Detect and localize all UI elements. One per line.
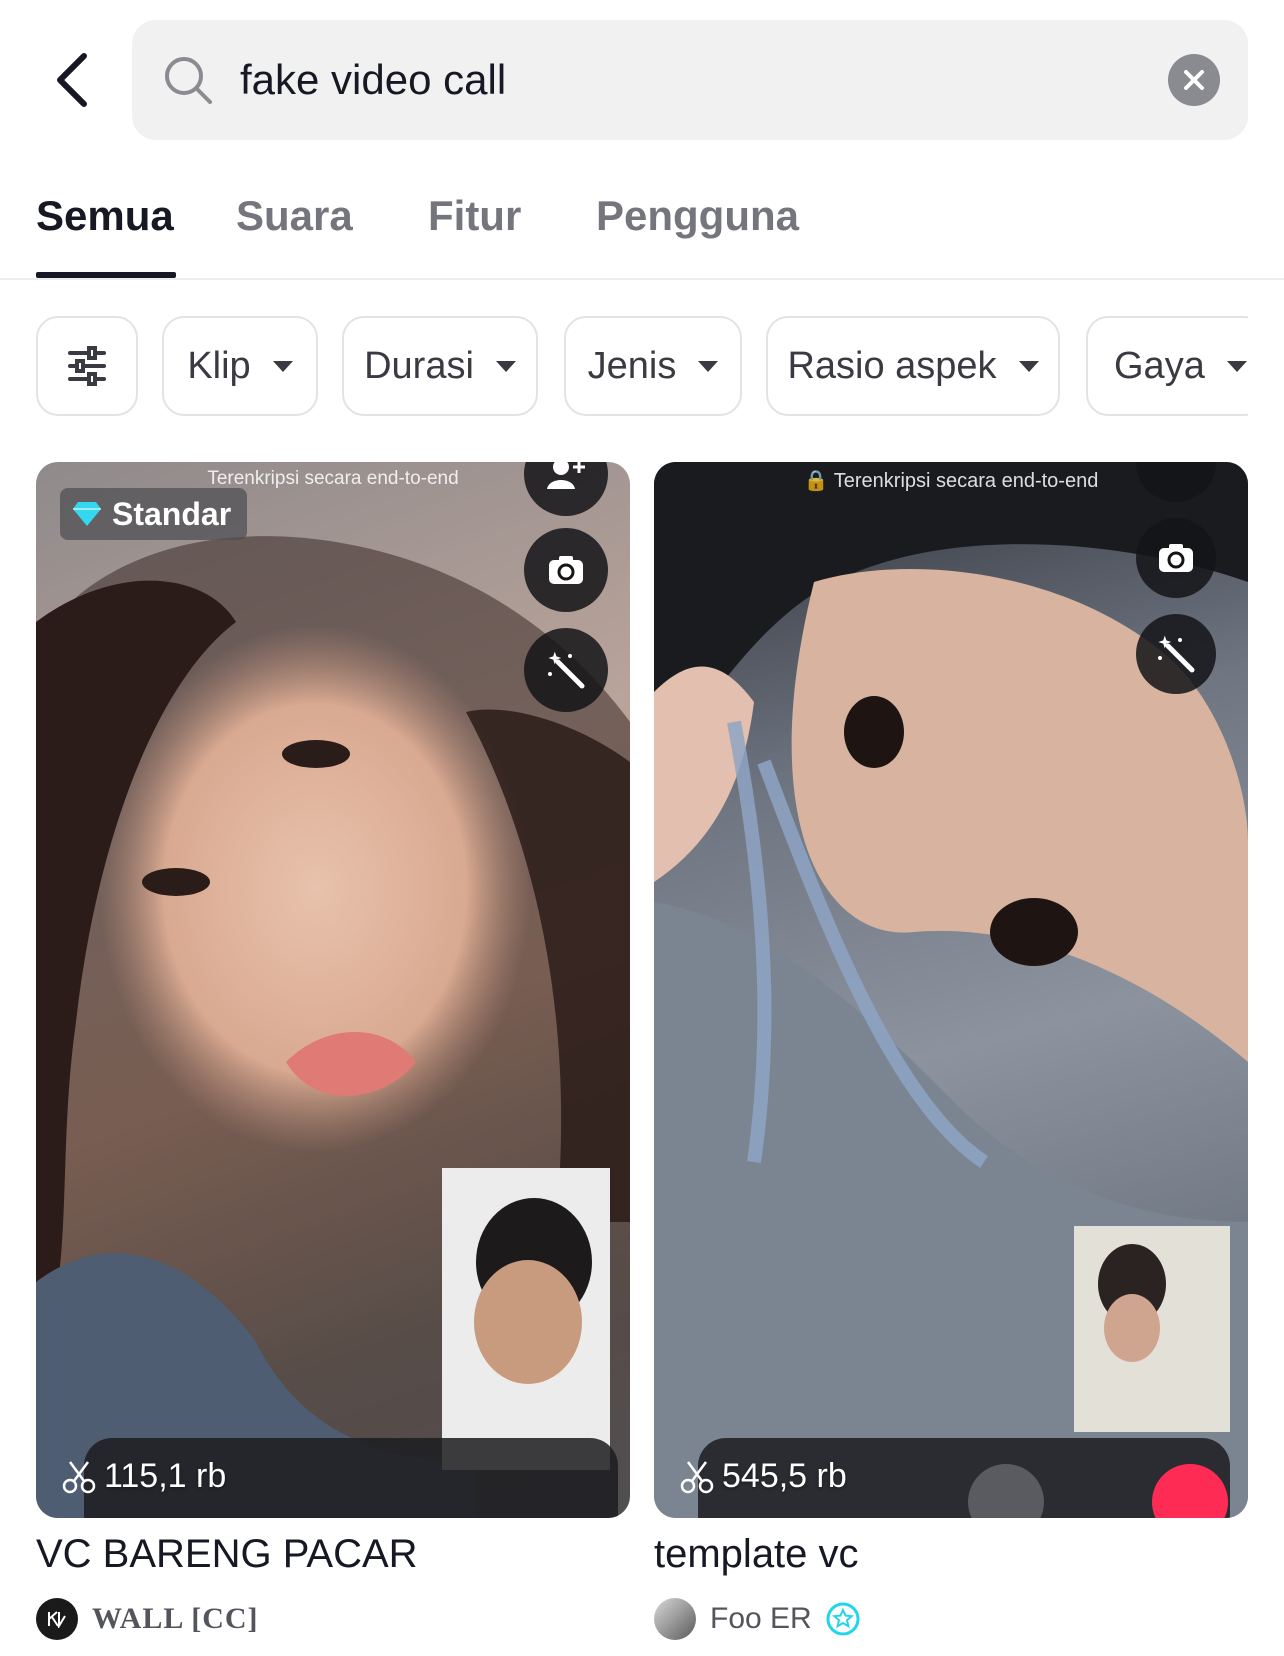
result-author[interactable]: WALL [CC] bbox=[36, 1598, 259, 1640]
scissors-icon bbox=[62, 1460, 96, 1493]
sliders-icon bbox=[68, 346, 106, 386]
clear-search-button[interactable] bbox=[1168, 54, 1220, 106]
caret-down-icon bbox=[1226, 360, 1247, 372]
filter-chip-durasi[interactable]: Durasi bbox=[342, 316, 538, 416]
usage-count: 115,1 rb bbox=[62, 1457, 226, 1496]
filter-chip-label: Jenis bbox=[587, 344, 677, 387]
template-badge: Standar bbox=[60, 488, 248, 540]
filter-settings-button[interactable] bbox=[36, 316, 138, 416]
result-author[interactable]: Foo ER bbox=[654, 1598, 860, 1640]
tab-pengguna[interactable]: Pengguna bbox=[596, 192, 799, 240]
usage-count-label: 115,1 rb bbox=[104, 1457, 227, 1495]
result-title[interactable]: template vc bbox=[654, 1532, 859, 1577]
avatar bbox=[654, 1598, 696, 1640]
tab-fitur[interactable]: Fitur bbox=[428, 192, 521, 240]
usage-count-label: 545,5 rb bbox=[722, 1457, 847, 1495]
filter-chip-label: Rasio aspek bbox=[787, 344, 997, 387]
caret-down-icon bbox=[495, 360, 516, 372]
author-name: WALL [CC] bbox=[92, 1602, 259, 1635]
tab-semua[interactable]: Semua bbox=[36, 192, 174, 240]
author-name: Foo ER bbox=[710, 1602, 812, 1635]
filter-chip-jenis[interactable]: Jenis bbox=[564, 316, 742, 416]
magic-wand-icon bbox=[1136, 614, 1216, 694]
tab-suara[interactable]: Suara bbox=[236, 192, 353, 240]
result-card-template-vc[interactable]: 🔒 Terenkripsi secara end-to-end 545,5 rb bbox=[654, 462, 1248, 1518]
filter-chip-rasio-aspek[interactable]: Rasio aspek bbox=[766, 316, 1060, 416]
caret-down-icon bbox=[272, 360, 293, 372]
filter-chip-label: Gaya bbox=[1114, 344, 1205, 387]
filter-bar: Klip Durasi Jenis Rasio aspek Gaya bbox=[0, 314, 1248, 418]
result-tabs: Semua Suara Fitur Pengguna bbox=[0, 176, 1284, 280]
active-tab-indicator bbox=[36, 272, 176, 278]
camera-switch-icon bbox=[524, 528, 608, 612]
badge-label: Standar bbox=[112, 495, 232, 532]
caret-down-icon bbox=[698, 360, 719, 372]
filter-chip-klip[interactable]: Klip bbox=[162, 316, 318, 416]
encryption-notice-label: Terenkripsi secara end-to-end bbox=[833, 470, 1099, 492]
chevron-left-icon bbox=[57, 53, 87, 107]
search-input[interactable] bbox=[240, 44, 1140, 116]
result-title[interactable]: VC BARENG PACAR bbox=[36, 1532, 418, 1577]
camera-switch-icon bbox=[1136, 518, 1216, 598]
result-card-vc-bareng-pacar[interactable]: Terenkripsi secara end-to-end Standar 11… bbox=[36, 462, 630, 1518]
lock-icon: 🔒 bbox=[803, 470, 829, 492]
search-icon bbox=[165, 57, 212, 104]
magic-wand-icon bbox=[524, 628, 608, 712]
back-button[interactable] bbox=[40, 42, 104, 118]
video-thumbnail bbox=[36, 536, 630, 1518]
verified-badge-icon bbox=[826, 1602, 860, 1636]
caret-down-icon bbox=[1018, 360, 1039, 372]
filter-chip-label: Durasi bbox=[364, 344, 474, 387]
filter-chip-label: Klip bbox=[187, 344, 251, 387]
search-bar[interactable] bbox=[132, 20, 1248, 140]
avatar bbox=[36, 1598, 78, 1640]
filter-chip-gaya[interactable]: Gaya bbox=[1086, 316, 1248, 416]
close-icon bbox=[1184, 70, 1204, 90]
scissors-icon bbox=[680, 1460, 714, 1493]
speaker-icon bbox=[968, 1464, 1044, 1518]
end-call-icon bbox=[1152, 1464, 1228, 1518]
usage-count: 545,5 rb bbox=[680, 1457, 847, 1496]
diamond-icon bbox=[73, 502, 101, 526]
